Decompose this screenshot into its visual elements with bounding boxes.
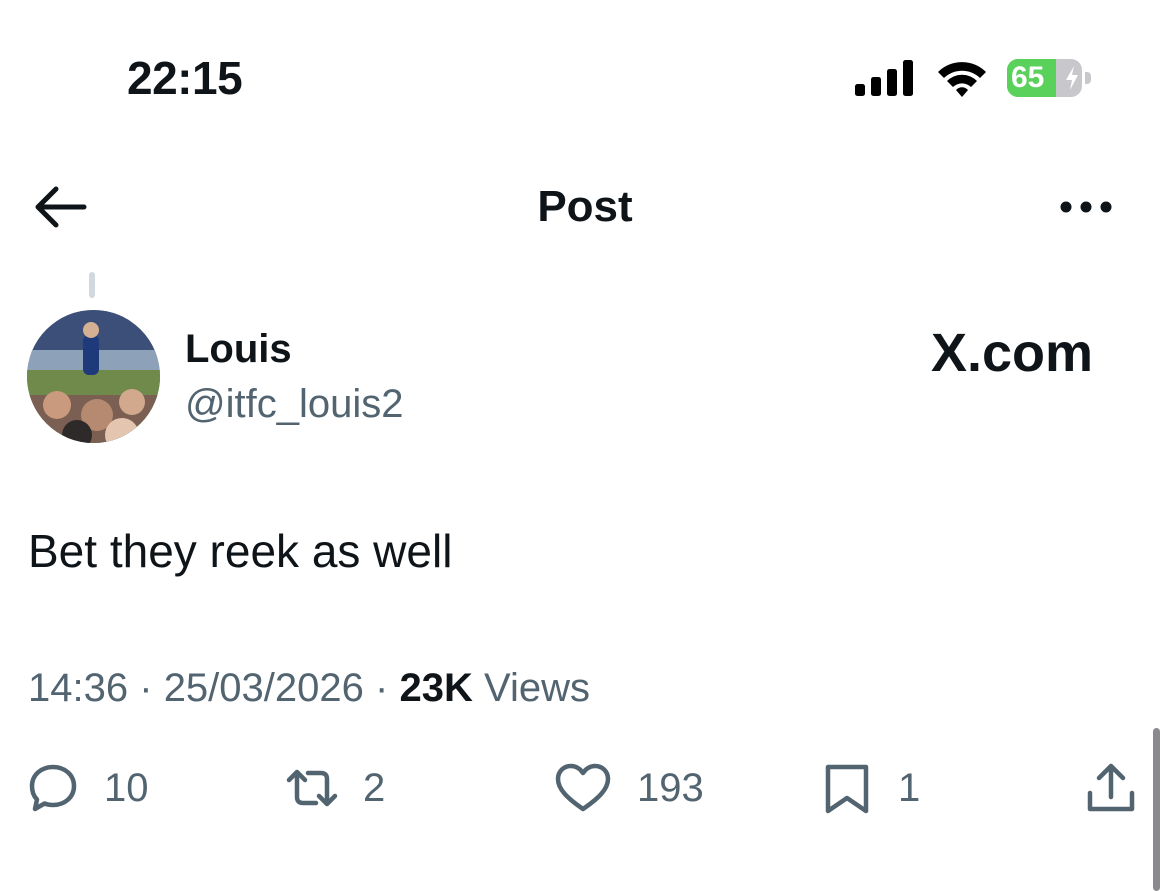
share-icon [1087, 763, 1135, 812]
separator: · [375, 666, 389, 710]
post-date[interactable]: 25/03/2026 [164, 666, 364, 710]
avatar[interactable] [27, 310, 160, 443]
battery-percentage: 65 [1011, 61, 1045, 94]
cellular-signal-icon [855, 60, 913, 96]
page-title: Post [537, 182, 633, 231]
thread-connector-line [89, 272, 95, 298]
views-label: Views [483, 666, 590, 710]
post-meta: 14:36 · 25/03/2026 · 23K Views [28, 663, 590, 713]
post-time[interactable]: 14:36 [28, 666, 128, 710]
charging-bolt-icon [1066, 66, 1078, 90]
views-count[interactable]: 23K [399, 666, 472, 710]
reply-button[interactable]: 10 [26, 758, 149, 818]
repost-button[interactable]: 2 [285, 758, 385, 818]
reply-count: 10 [104, 765, 149, 810]
repost-count: 2 [363, 765, 386, 810]
author-handle[interactable]: @itfc_louis2 [185, 380, 403, 428]
status-time: 22:15 [127, 52, 243, 104]
repost-icon [286, 769, 338, 807]
like-count: 193 [637, 765, 704, 810]
bookmark-count: 1 [898, 765, 921, 810]
author-name[interactable]: Louis [185, 325, 292, 373]
like-button[interactable]: 193 [553, 758, 704, 818]
scrollbar[interactable] [1153, 728, 1160, 891]
battery-indicator: 65 [1007, 59, 1095, 99]
reply-icon [29, 764, 77, 812]
bookmark-icon [825, 764, 869, 814]
post-text: Bet they reek as well [28, 525, 453, 577]
separator: · [139, 666, 153, 710]
x-com-watermark: X.com [931, 323, 1094, 383]
share-button[interactable] [1084, 758, 1138, 818]
heart-icon [555, 763, 611, 812]
more-options-icon[interactable] [1054, 193, 1118, 221]
wifi-icon [938, 62, 986, 97]
bookmark-button[interactable]: 1 [820, 758, 920, 818]
